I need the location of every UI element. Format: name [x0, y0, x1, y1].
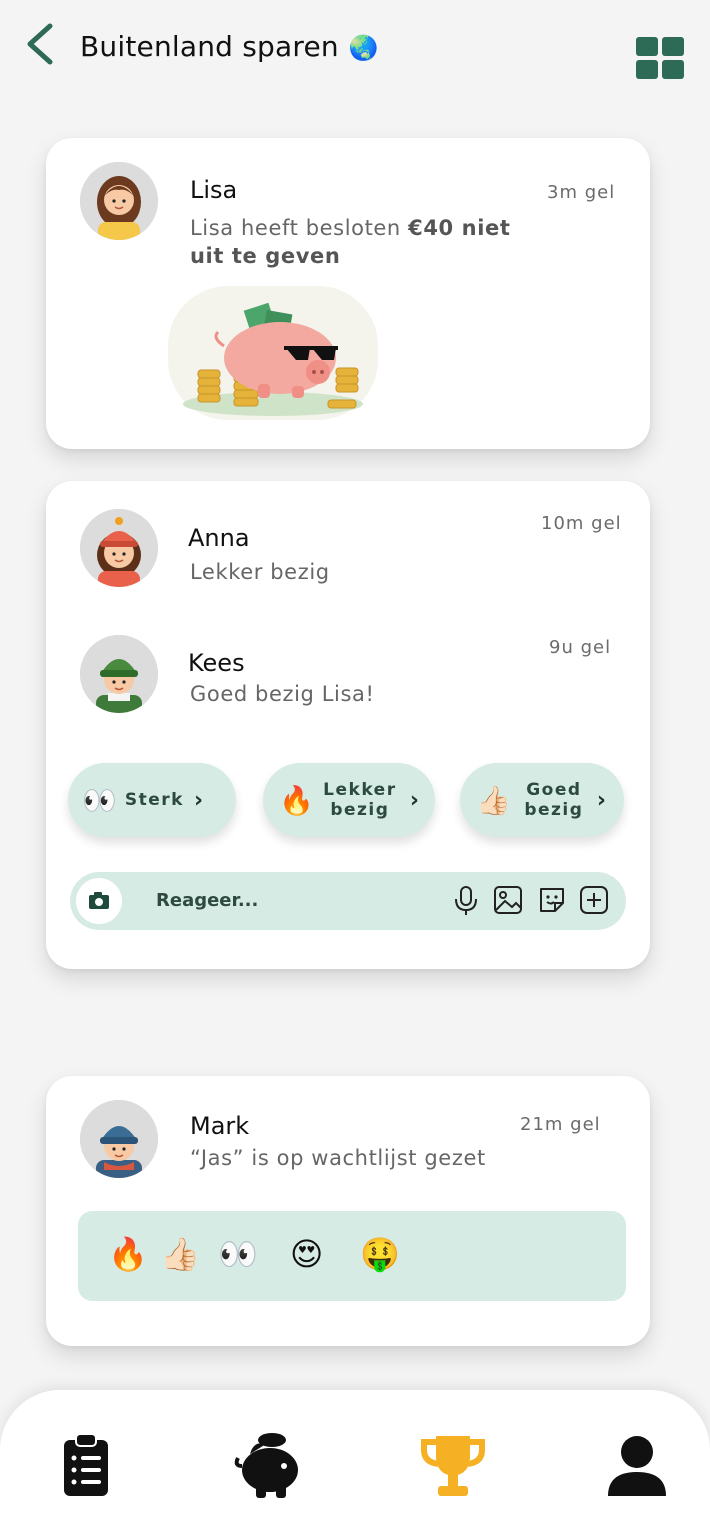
sticker-icon[interactable]	[536, 884, 568, 916]
reaction-chip-label: Lekker bezig	[323, 780, 397, 820]
chevron-right-icon: ›	[193, 787, 204, 813]
post-card-lisa: Lisa 3m gel Lisa heeft besloten €40 niet…	[46, 138, 650, 449]
chevron-right-icon: ›	[596, 787, 606, 813]
eyes-icon: 👀	[82, 783, 117, 817]
comment-timestamp: 10m gel	[541, 513, 622, 534]
heart-eyes-reaction[interactable]: 😍	[290, 1235, 323, 1273]
post-author-name[interactable]: Lisa	[190, 176, 237, 204]
camera-button[interactable]	[76, 878, 122, 924]
comment-thread-card: Anna 10m gel Lekker bezig Kees 9u gel Go…	[46, 481, 650, 969]
camera-icon	[89, 892, 109, 909]
fire-reaction[interactable]: 🔥	[108, 1235, 148, 1273]
avatar-kees	[80, 635, 158, 713]
comment-timestamp: 9u gel	[549, 637, 612, 658]
chevron-right-icon: ›	[409, 787, 419, 813]
reaction-chip-label: Sterk	[124, 790, 184, 810]
clipboard-list-icon[interactable]	[52, 1430, 122, 1500]
reaction-chip-sterk[interactable]: 👀 Sterk ›	[68, 763, 236, 837]
page-title: Buitenland sparen 🌏	[80, 30, 379, 63]
reply-bar: Reageer...	[70, 872, 626, 930]
piggy-bank-icon[interactable]	[232, 1430, 302, 1500]
avatar-lisa	[80, 162, 158, 240]
piggy-bank-illustration	[168, 286, 378, 420]
header: Buitenland sparen 🌏	[0, 0, 710, 100]
reply-input[interactable]: Reageer...	[156, 890, 258, 911]
reaction-chip-label: Goed bezig	[524, 780, 584, 820]
money-mouth-reaction[interactable]: 🤑	[360, 1235, 400, 1273]
fire-icon: 🔥	[279, 783, 314, 817]
globe-icon: 🌏	[348, 34, 379, 62]
user-icon[interactable]	[602, 1430, 672, 1500]
comment-author-name[interactable]: Anna	[188, 524, 250, 552]
thumbs-up-reaction[interactable]: 👍🏻	[160, 1235, 200, 1273]
post-message: “Jas” is op wachtlijst gezet	[190, 1146, 486, 1170]
back-arrow-icon[interactable]	[22, 22, 58, 66]
grid-view-icon[interactable]	[636, 37, 684, 79]
post-message-text: Lisa heeft besloten	[190, 216, 409, 240]
post-timestamp: 3m gel	[547, 182, 616, 203]
post-timestamp: 21m gel	[520, 1114, 601, 1135]
comment-author-name[interactable]: Kees	[188, 649, 245, 677]
reaction-chip-lekker-bezig[interactable]: 🔥 Lekker bezig ›	[263, 763, 435, 837]
comment-text: Goed bezig Lisa!	[190, 682, 375, 706]
post-message: Lisa heeft besloten €40 niet uit te geve…	[190, 214, 520, 270]
comment-text: Lekker bezig	[190, 560, 330, 584]
image-icon[interactable]	[492, 884, 524, 916]
avatar-mark	[80, 1100, 158, 1178]
trophy-icon[interactable]	[418, 1430, 488, 1500]
post-author-name[interactable]: Mark	[190, 1112, 249, 1140]
bottom-tab-bar	[0, 1390, 710, 1534]
reaction-chip-goed-bezig[interactable]: 👍🏻 Goed bezig ›	[460, 763, 624, 837]
reaction-bar: 🔥 👍🏻 👀 😍 🤑	[78, 1211, 626, 1301]
microphone-icon[interactable]	[450, 884, 482, 916]
thumbs-up-icon: 👍🏻	[476, 783, 511, 817]
add-icon[interactable]	[578, 884, 610, 916]
post-card-mark: Mark 21m gel “Jas” is op wachtlijst geze…	[46, 1076, 650, 1346]
avatar-anna	[80, 509, 158, 587]
eyes-reaction[interactable]: 👀	[218, 1235, 258, 1273]
page-title-text: Buitenland sparen	[80, 30, 339, 63]
